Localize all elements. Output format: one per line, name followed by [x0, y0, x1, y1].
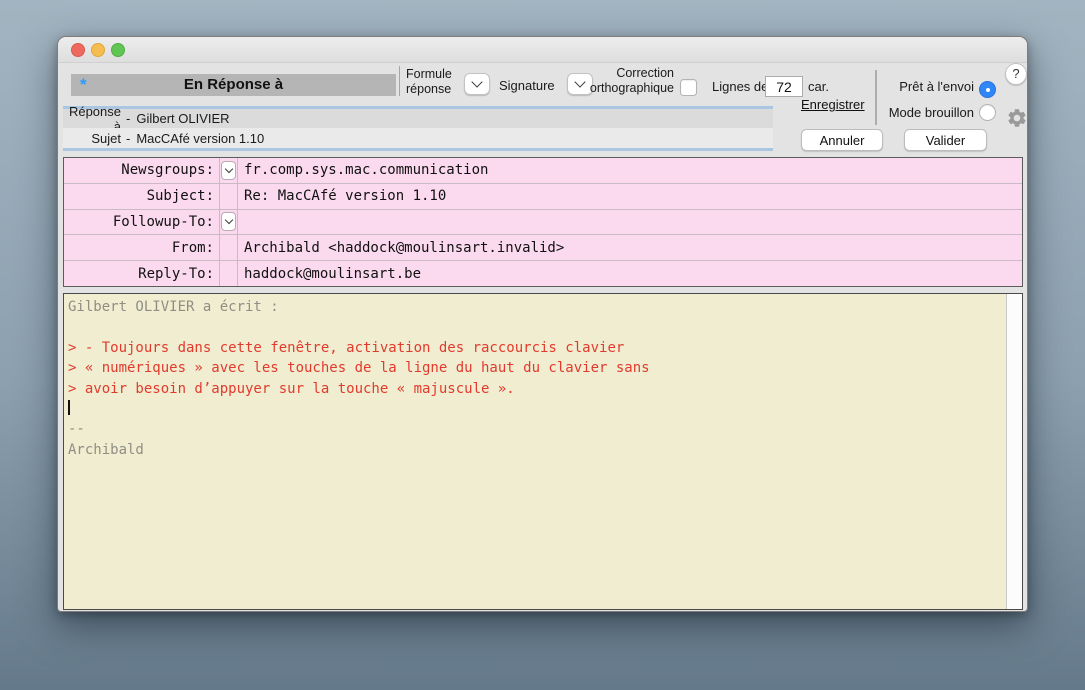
annuler-button[interactable]: Annuler — [801, 129, 883, 151]
compose-window: * En Réponse à Formule réponse Signature… — [57, 36, 1028, 612]
quoted-line: > avoir besoin d’appuyer sur la touche «… — [68, 380, 515, 397]
attribution-line: Gilbert OLIVIER a écrit : — [68, 299, 279, 315]
zoom-window-button[interactable] — [111, 43, 125, 57]
message-body-editor[interactable]: Gilbert OLIVIER a écrit : > - Toujours d… — [63, 293, 1023, 610]
from-label: From: — [64, 235, 220, 261]
quoted-line: > - Toujours dans cette fenêtre, activat… — [68, 339, 625, 356]
subject-field[interactable]: Re: MacCAfé version 1.10 — [238, 184, 1022, 209]
quoted-line: > « numériques » avec les touches de la … — [68, 360, 650, 377]
message-text: Gilbert OLIVIER a écrit : > - Toujours d… — [68, 297, 1005, 460]
signature-line: Archibald — [68, 441, 144, 458]
lignes-de-label: Lignes de — [712, 79, 769, 94]
subject-summary-label: Sujet — [91, 130, 121, 146]
mode-brouillon-radio[interactable] — [979, 104, 996, 121]
cursor-line — [68, 399, 1005, 419]
correction-orthographique-label: Correction orthographique — [589, 66, 674, 95]
subject-summary-value: MacCAfé version 1.10 — [136, 130, 265, 146]
subject-summary-row: Sujet - MacCAfé version 1.10 — [63, 128, 773, 148]
help-button[interactable]: ? — [1005, 63, 1027, 85]
chevron-down-icon — [471, 76, 483, 88]
close-window-button[interactable] — [71, 43, 85, 57]
signature-delimiter-line: -- — [68, 421, 85, 438]
reply-to-row: Reply-To: haddock@moulinsart.be — [64, 260, 1022, 286]
formule-reponse-label: Formule réponse — [406, 67, 452, 96]
formule-reponse-dropdown[interactable] — [464, 73, 490, 95]
followup-to-label: Followup-To: — [64, 209, 220, 235]
reply-to-field[interactable]: haddock@moulinsart.be — [238, 261, 1022, 286]
newsgroups-label: Newsgroups: — [64, 158, 220, 183]
gear-icon[interactable] — [1006, 107, 1028, 129]
newsgroups-field[interactable]: fr.comp.sys.mac.communication — [238, 158, 1022, 183]
mode-brouillon-label: Mode brouillon — [888, 105, 974, 120]
subject-label: Subject: — [64, 183, 220, 209]
valider-button[interactable]: Valider — [904, 129, 987, 151]
followup-to-dropdown[interactable] — [221, 212, 236, 232]
reply-to-summary-row: Réponse à - Gilbert OLIVIER — [63, 104, 773, 134]
followup-to-field[interactable] — [238, 210, 1022, 235]
enregistrer-link[interactable]: Enregistrer — [801, 97, 865, 112]
from-row: From: Archibald <haddock@moulinsart.inva… — [64, 234, 1022, 261]
document-title-bar: * En Réponse à — [71, 74, 396, 96]
chevron-down-icon — [224, 164, 233, 174]
page-title: En Réponse à — [183, 76, 284, 93]
line-length-input[interactable] — [765, 76, 803, 97]
toolbar-divider — [399, 66, 400, 96]
desktop-background: * En Réponse à Formule réponse Signature… — [0, 0, 1085, 690]
section-divider — [875, 70, 877, 125]
subject-row: Subject: Re: MacCAfé version 1.10 — [64, 182, 1022, 209]
newsgroups-dropdown[interactable] — [221, 160, 236, 180]
text-cursor-icon — [68, 399, 70, 415]
header-separator-bottom — [63, 148, 773, 151]
minimize-window-button[interactable] — [91, 43, 105, 57]
chevron-down-icon — [224, 216, 233, 225]
reply-summary-value: Gilbert OLIVIER — [136, 111, 230, 126]
newsgroups-row: Newsgroups: fr.comp.sys.mac.communicatio… — [64, 158, 1022, 183]
followup-to-row: Followup-To: — [64, 208, 1022, 235]
from-field[interactable]: Archibald <haddock@moulinsart.invalid> — [238, 235, 1022, 260]
unsaved-changes-icon: * — [80, 75, 87, 94]
car-label: car. — [808, 79, 829, 94]
reply-to-label: Reply-To: — [64, 261, 220, 286]
pret-envoi-label: Prêt à l'envoi — [899, 79, 974, 94]
window-titlebar[interactable] — [58, 37, 1027, 63]
vertical-scrollbar[interactable] — [1006, 294, 1022, 609]
pret-envoi-radio[interactable] — [979, 81, 996, 98]
header-fields-panel: Newsgroups: fr.comp.sys.mac.communicatio… — [63, 157, 1023, 287]
correction-checkbox[interactable] — [680, 79, 697, 96]
